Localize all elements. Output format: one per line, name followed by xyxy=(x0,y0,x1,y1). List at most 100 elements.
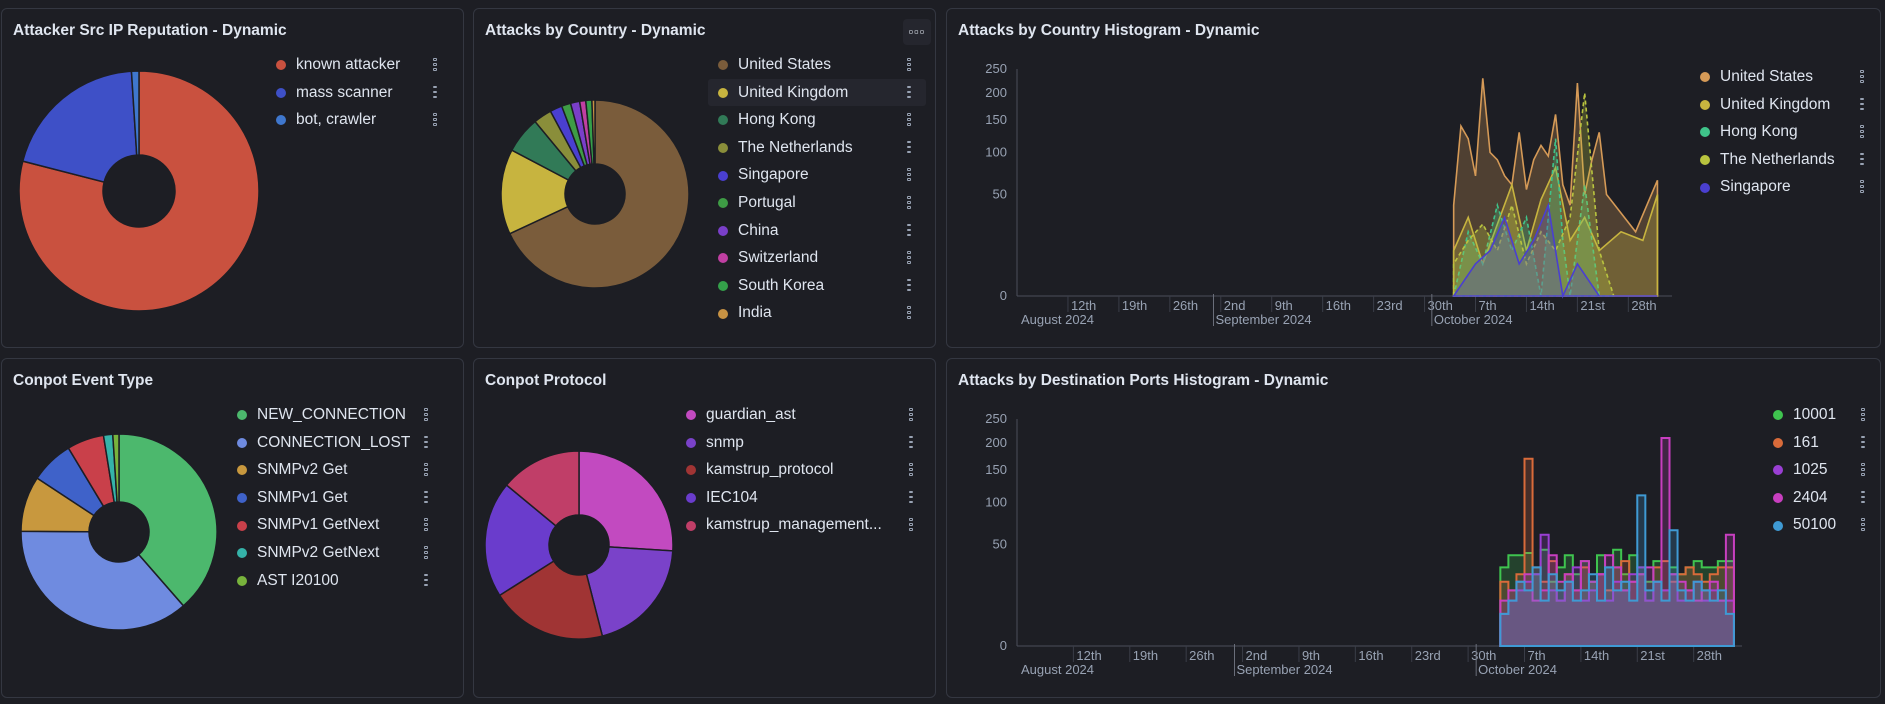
legend-label: Portugal xyxy=(738,193,796,211)
legend-actions-icon[interactable] xyxy=(906,113,913,127)
legend-item[interactable]: known attacker xyxy=(266,51,446,79)
legend-actions-icon[interactable] xyxy=(906,306,913,320)
y-tick-label: 200 xyxy=(985,435,1007,450)
legend-item[interactable]: AST I20100 xyxy=(227,567,452,595)
legend-swatch xyxy=(1773,493,1783,504)
legend-item[interactable]: IEC104 xyxy=(676,484,926,512)
legend-item[interactable]: SNMPv1 Get xyxy=(227,484,452,512)
legend-actions-icon[interactable] xyxy=(906,140,913,155)
legend-actions-icon[interactable] xyxy=(432,85,439,100)
legend-actions-icon[interactable] xyxy=(1860,435,1867,450)
legend-actions-icon[interactable] xyxy=(1860,463,1867,477)
legend-actions-icon[interactable] xyxy=(906,168,913,182)
legend-actions-icon[interactable] xyxy=(432,58,439,72)
legend-label: mass scanner xyxy=(296,83,393,101)
x-tick-label: 30th xyxy=(1471,648,1496,663)
legend-swatch xyxy=(718,253,728,264)
legend-label: Hong Kong xyxy=(1720,123,1798,141)
legend-item[interactable]: 10001 xyxy=(1763,401,1873,429)
event-type-legend: NEW_CONNECTION CONNECTION_LOST SNMPv2 Get S… xyxy=(227,401,452,594)
legend-label: SNMPv1 GetNext xyxy=(257,516,380,534)
x-tick-label: 9th xyxy=(1275,298,1293,313)
legend-actions-icon[interactable] xyxy=(432,113,439,127)
legend-actions-icon[interactable] xyxy=(423,573,430,588)
pie-slice[interactable] xyxy=(578,450,674,552)
legend-label: bot, crawler xyxy=(296,111,377,129)
legend-actions-icon[interactable] xyxy=(906,58,913,72)
legend-item[interactable]: South Korea xyxy=(708,272,926,300)
legend-item[interactable]: kamstrup_management... xyxy=(676,511,926,539)
legend-item[interactable]: United States xyxy=(708,51,926,79)
legend-item[interactable]: bot, crawler xyxy=(266,106,446,134)
protocol-legend: guardian_ast snmp kamstrup_protocol IEC104 k… xyxy=(676,401,926,539)
legend-actions-icon[interactable] xyxy=(1859,180,1866,194)
legend-actions-icon[interactable] xyxy=(908,463,915,477)
legend-item[interactable]: kamstrup_protocol xyxy=(676,456,926,484)
legend-swatch xyxy=(1773,465,1783,476)
legend-item[interactable]: snmp xyxy=(676,429,926,457)
y-tick-label: 0 xyxy=(1000,288,1007,303)
legend-label: The Netherlands xyxy=(738,138,853,156)
legend-item[interactable]: Hong Kong xyxy=(708,106,926,134)
pie-slice[interactable] xyxy=(21,70,138,183)
legend-item[interactable]: SNMPv1 GetNext xyxy=(227,511,452,539)
legend-item[interactable]: United Kingdom xyxy=(1690,91,1870,119)
legend-item[interactable]: Hong Kong xyxy=(1690,118,1870,146)
legend-item[interactable]: NEW_CONNECTION xyxy=(227,401,452,429)
legend-item[interactable]: Switzerland xyxy=(708,244,926,272)
legend-actions-icon[interactable] xyxy=(906,278,913,293)
legend-actions-icon[interactable] xyxy=(423,490,430,505)
legend-item[interactable]: The Netherlands xyxy=(1690,146,1870,174)
legend-actions-icon[interactable] xyxy=(1860,518,1867,532)
legend-item[interactable]: India xyxy=(708,299,926,327)
x-tick-label: 21st xyxy=(1640,648,1665,663)
legend-item[interactable]: China xyxy=(708,217,926,245)
legend-actions-icon[interactable] xyxy=(1859,152,1866,167)
legend-item[interactable]: 50100 xyxy=(1763,511,1873,539)
x-tick-label: 14th xyxy=(1584,648,1609,663)
legend-item[interactable]: Singapore xyxy=(1690,173,1870,201)
legend-actions-icon[interactable] xyxy=(1859,97,1866,112)
legend-item[interactable]: SNMPv2 Get xyxy=(227,456,452,484)
legend-actions-icon[interactable] xyxy=(906,223,913,238)
y-tick-label: 200 xyxy=(985,85,1007,100)
legend-actions-icon[interactable] xyxy=(423,518,430,532)
x-major-label: September 2024 xyxy=(1216,312,1312,327)
legend-item[interactable]: United States xyxy=(1690,63,1870,91)
legend-item[interactable]: mass scanner xyxy=(266,79,446,107)
legend-actions-icon[interactable] xyxy=(1860,490,1867,505)
legend-actions-icon[interactable] xyxy=(423,408,430,422)
legend-swatch xyxy=(718,308,728,319)
legend-actions-icon[interactable] xyxy=(908,490,915,505)
legend-actions-icon[interactable] xyxy=(908,518,915,532)
legend-actions-icon[interactable] xyxy=(906,195,913,210)
legend-label: United States xyxy=(1720,68,1814,85)
legend-item[interactable]: CONNECTION_LOST xyxy=(227,429,452,457)
legend-swatch xyxy=(718,87,728,98)
x-tick-label: 28th xyxy=(1697,648,1722,663)
legend-item[interactable]: SNMPv2 GetNext xyxy=(227,539,452,567)
legend-actions-icon[interactable] xyxy=(906,251,913,265)
legend-label: 1025 xyxy=(1793,461,1828,479)
legend-actions-icon[interactable] xyxy=(906,85,913,100)
legend-actions-icon[interactable] xyxy=(908,408,915,422)
legend-item[interactable]: The Netherlands xyxy=(708,134,926,162)
legend-item[interactable]: 161 xyxy=(1763,429,1873,457)
legend-label: Singapore xyxy=(1720,178,1791,196)
legend-actions-icon[interactable] xyxy=(423,463,430,477)
legend-item[interactable]: United Kingdom xyxy=(708,78,926,107)
legend-swatch xyxy=(686,437,696,448)
legend-actions-icon[interactable] xyxy=(908,435,915,450)
legend-item[interactable]: guardian_ast xyxy=(676,401,926,429)
legend-actions-icon[interactable] xyxy=(1859,70,1866,84)
legend-swatch xyxy=(686,410,696,421)
legend-actions-icon[interactable] xyxy=(1860,408,1867,422)
legend-actions-icon[interactable] xyxy=(1859,125,1866,139)
x-tick-label: 23rd xyxy=(1377,298,1403,313)
legend-actions-icon[interactable] xyxy=(423,545,430,560)
legend-item[interactable]: Portugal xyxy=(708,189,926,217)
legend-item[interactable]: 1025 xyxy=(1763,456,1873,484)
legend-item[interactable]: Singapore xyxy=(708,161,926,189)
legend-actions-icon[interactable] xyxy=(423,435,430,450)
legend-item[interactable]: 2404 xyxy=(1763,484,1873,512)
